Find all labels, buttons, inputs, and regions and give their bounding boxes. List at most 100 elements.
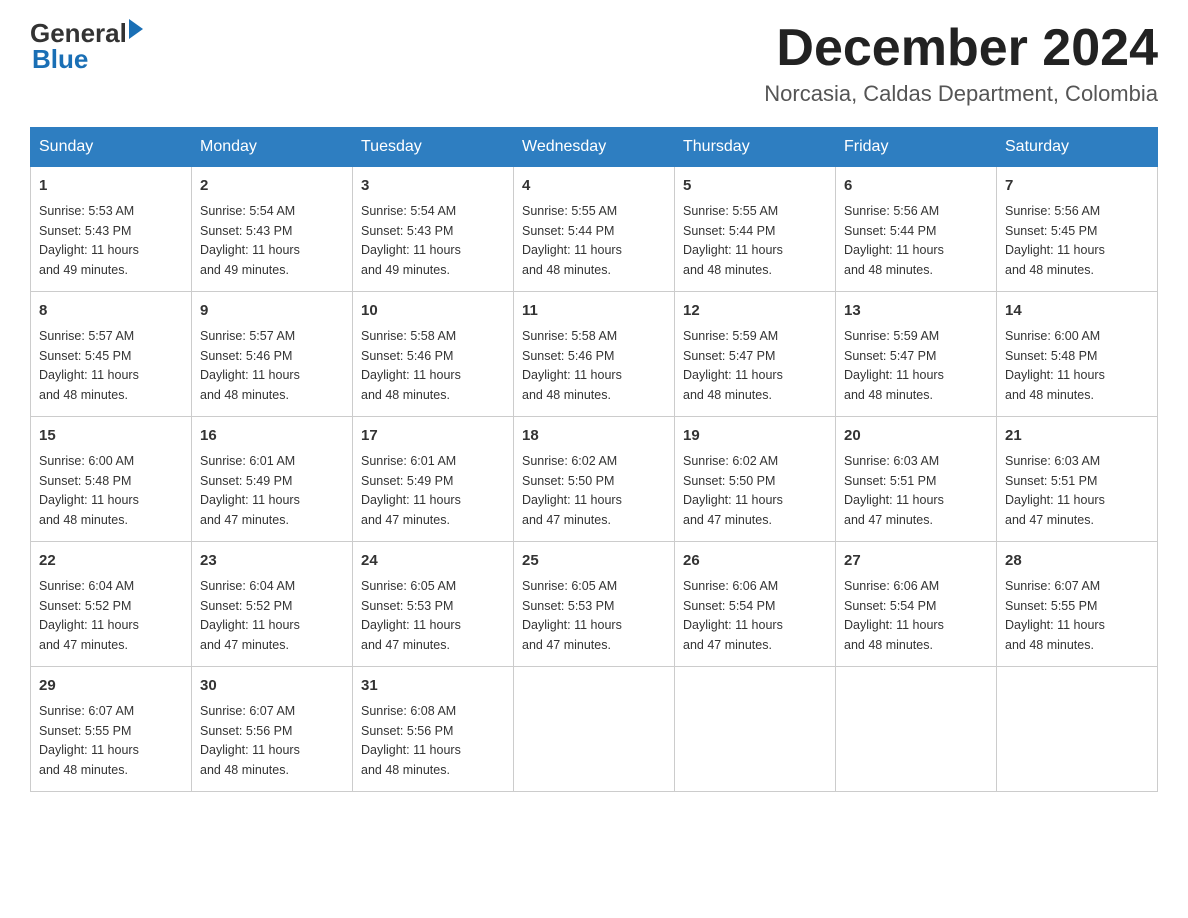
day-number: 6	[844, 175, 988, 197]
day-number: 31	[361, 675, 505, 697]
day-number: 26	[683, 550, 827, 572]
day-info: Sunrise: 6:00 AMSunset: 5:48 PMDaylight:…	[1005, 329, 1105, 402]
day-cell-14: 14 Sunrise: 6:00 AMSunset: 5:48 PMDayligh…	[997, 292, 1158, 417]
day-cell-13: 13 Sunrise: 5:59 AMSunset: 5:47 PMDayligh…	[836, 292, 997, 417]
calendar-header: Sunday Monday Tuesday Wednesday Thursday…	[31, 128, 1158, 167]
day-number: 16	[200, 425, 344, 447]
day-number: 18	[522, 425, 666, 447]
day-number: 7	[1005, 175, 1149, 197]
logo-blue: Blue	[32, 44, 88, 74]
day-cell-16: 16 Sunrise: 6:01 AMSunset: 5:49 PMDayligh…	[192, 417, 353, 542]
day-number: 13	[844, 300, 988, 322]
day-cell-28: 28Sunrise: 6:07 AMSunset: 5:55 PMDayligh…	[997, 542, 1158, 667]
header-monday: Monday	[192, 128, 353, 167]
day-info: Sunrise: 6:07 AMSunset: 5:55 PMDaylight:…	[39, 704, 139, 777]
day-number: 8	[39, 300, 183, 322]
day-info: Sunrise: 5:59 AMSunset: 5:47 PMDaylight:…	[844, 329, 944, 402]
day-info: Sunrise: 6:04 AMSunset: 5:52 PMDaylight:…	[39, 579, 139, 652]
day-info: Sunrise: 5:55 AMSunset: 5:44 PMDaylight:…	[522, 204, 622, 277]
day-cell-21: 21Sunrise: 6:03 AMSunset: 5:51 PMDayligh…	[997, 417, 1158, 542]
day-cell-18: 18 Sunrise: 6:02 AMSunset: 5:50 PMDayligh…	[514, 417, 675, 542]
day-cell-12: 12 Sunrise: 5:59 AMSunset: 5:47 PMDayligh…	[675, 292, 836, 417]
day-cell-29: 29 Sunrise: 6:07 AMSunset: 5:55 PMDayligh…	[31, 667, 192, 792]
day-cell-8: 8 Sunrise: 5:57 AMSunset: 5:45 PMDaylight…	[31, 292, 192, 417]
calendar-body: 1 Sunrise: 5:53 AMSunset: 5:43 PMDaylight…	[31, 167, 1158, 792]
day-info: Sunrise: 5:55 AMSunset: 5:44 PMDaylight:…	[683, 204, 783, 277]
day-cell-23: 23Sunrise: 6:04 AMSunset: 5:52 PMDayligh…	[192, 542, 353, 667]
calendar-week-4: 22 Sunrise: 6:04 AMSunset: 5:52 PMDayligh…	[31, 542, 1158, 667]
calendar-table: Sunday Monday Tuesday Wednesday Thursday…	[30, 127, 1158, 792]
day-number: 1	[39, 175, 183, 197]
day-info: Sunrise: 5:58 AMSunset: 5:46 PMDaylight:…	[522, 329, 622, 402]
day-info: Sunrise: 5:58 AMSunset: 5:46 PMDaylight:…	[361, 329, 461, 402]
day-number: 14	[1005, 300, 1149, 322]
day-cell-19: 19Sunrise: 6:02 AMSunset: 5:50 PMDayligh…	[675, 417, 836, 542]
day-cell-25: 25Sunrise: 6:05 AMSunset: 5:53 PMDayligh…	[514, 542, 675, 667]
day-info: Sunrise: 6:03 AMSunset: 5:51 PMDaylight:…	[1005, 454, 1105, 527]
day-cell-2: 2Sunrise: 5:54 AMSunset: 5:43 PMDaylight…	[192, 167, 353, 292]
header-saturday: Saturday	[997, 128, 1158, 167]
day-cell-10: 10 Sunrise: 5:58 AMSunset: 5:46 PMDayligh…	[353, 292, 514, 417]
day-cell-24: 24 Sunrise: 6:05 AMSunset: 5:53 PMDayligh…	[353, 542, 514, 667]
day-number: 11	[522, 300, 666, 322]
day-info: Sunrise: 5:54 AMSunset: 5:43 PMDaylight:…	[361, 204, 461, 277]
day-cell-5: 5 Sunrise: 5:55 AMSunset: 5:44 PMDaylight…	[675, 167, 836, 292]
day-cell-17: 17Sunrise: 6:01 AMSunset: 5:49 PMDayligh…	[353, 417, 514, 542]
day-cell-27: 27 Sunrise: 6:06 AMSunset: 5:54 PMDayligh…	[836, 542, 997, 667]
day-info: Sunrise: 6:02 AMSunset: 5:50 PMDaylight:…	[522, 454, 622, 527]
day-number: 4	[522, 175, 666, 197]
page-header: General Blue December 2024 Norcasia, Cal…	[30, 20, 1158, 107]
day-info: Sunrise: 5:59 AMSunset: 5:47 PMDaylight:…	[683, 329, 783, 402]
day-number: 30	[200, 675, 344, 697]
calendar-week-3: 15 Sunrise: 6:00 AMSunset: 5:48 PMDayligh…	[31, 417, 1158, 542]
day-info: Sunrise: 5:56 AMSunset: 5:44 PMDaylight:…	[844, 204, 944, 277]
day-cell-6: 6 Sunrise: 5:56 AMSunset: 5:44 PMDaylight…	[836, 167, 997, 292]
day-cell-7: 7 Sunrise: 5:56 AMSunset: 5:45 PMDaylight…	[997, 167, 1158, 292]
day-number: 9	[200, 300, 344, 322]
day-info: Sunrise: 6:06 AMSunset: 5:54 PMDaylight:…	[844, 579, 944, 652]
day-number: 15	[39, 425, 183, 447]
day-info: Sunrise: 6:06 AMSunset: 5:54 PMDaylight:…	[683, 579, 783, 652]
header-thursday: Thursday	[675, 128, 836, 167]
day-number: 22	[39, 550, 183, 572]
day-cell-26: 26 Sunrise: 6:06 AMSunset: 5:54 PMDayligh…	[675, 542, 836, 667]
day-info: Sunrise: 6:01 AMSunset: 5:49 PMDaylight:…	[200, 454, 300, 527]
title-block: December 2024 Norcasia, Caldas Departmen…	[764, 20, 1158, 107]
logo-arrow-icon	[129, 19, 143, 39]
day-cell-31: 31 Sunrise: 6:08 AMSunset: 5:56 PMDayligh…	[353, 667, 514, 792]
day-info: Sunrise: 6:08 AMSunset: 5:56 PMDaylight:…	[361, 704, 461, 777]
day-number: 25	[522, 550, 666, 572]
day-info: Sunrise: 5:57 AMSunset: 5:45 PMDaylight:…	[39, 329, 139, 402]
day-info: Sunrise: 6:07 AMSunset: 5:56 PMDaylight:…	[200, 704, 300, 777]
day-number: 24	[361, 550, 505, 572]
day-number: 2	[200, 175, 344, 197]
day-info: Sunrise: 5:53 AMSunset: 5:43 PMDaylight:…	[39, 204, 139, 277]
day-cell-30: 30 Sunrise: 6:07 AMSunset: 5:56 PMDayligh…	[192, 667, 353, 792]
day-info: Sunrise: 6:05 AMSunset: 5:53 PMDaylight:…	[361, 579, 461, 652]
day-number: 3	[361, 175, 505, 197]
empty-cell	[514, 667, 675, 792]
header-wednesday: Wednesday	[514, 128, 675, 167]
header-sunday: Sunday	[31, 128, 192, 167]
day-cell-15: 15 Sunrise: 6:00 AMSunset: 5:48 PMDayligh…	[31, 417, 192, 542]
day-cell-20: 20Sunrise: 6:03 AMSunset: 5:51 PMDayligh…	[836, 417, 997, 542]
day-info: Sunrise: 6:01 AMSunset: 5:49 PMDaylight:…	[361, 454, 461, 527]
day-info: Sunrise: 5:56 AMSunset: 5:45 PMDaylight:…	[1005, 204, 1105, 277]
logo: General Blue	[30, 20, 143, 72]
day-cell-3: 3 Sunrise: 5:54 AMSunset: 5:43 PMDaylight…	[353, 167, 514, 292]
day-cell-9: 9Sunrise: 5:57 AMSunset: 5:46 PMDaylight…	[192, 292, 353, 417]
day-number: 10	[361, 300, 505, 322]
day-number: 12	[683, 300, 827, 322]
day-cell-1: 1 Sunrise: 5:53 AMSunset: 5:43 PMDaylight…	[31, 167, 192, 292]
day-info: Sunrise: 6:04 AMSunset: 5:52 PMDaylight:…	[200, 579, 300, 652]
day-number: 27	[844, 550, 988, 572]
empty-cell	[836, 667, 997, 792]
day-number: 5	[683, 175, 827, 197]
empty-cell	[675, 667, 836, 792]
logo-general: General	[30, 20, 127, 46]
day-number: 29	[39, 675, 183, 697]
header-friday: Friday	[836, 128, 997, 167]
day-number: 19	[683, 425, 827, 447]
day-info: Sunrise: 6:00 AMSunset: 5:48 PMDaylight:…	[39, 454, 139, 527]
empty-cell	[997, 667, 1158, 792]
